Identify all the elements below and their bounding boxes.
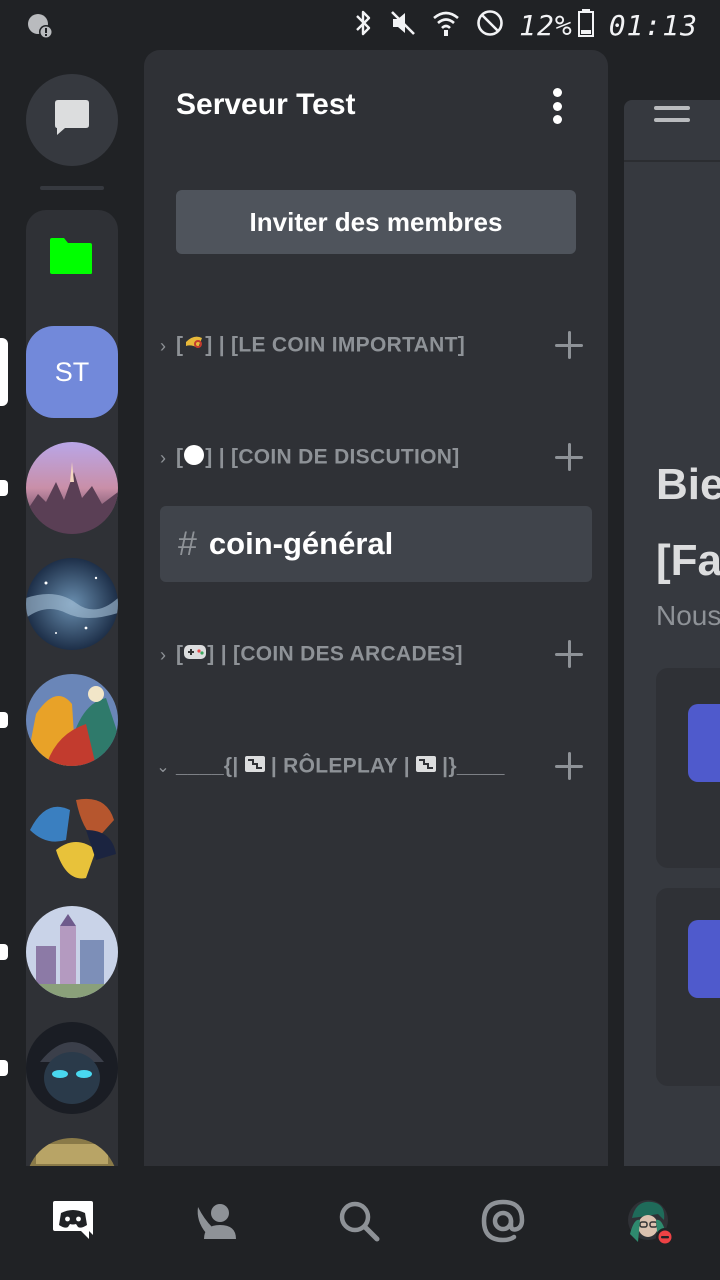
discord-app: 12% 01:13 ST Serveur Test Inviter des me… (0, 0, 720, 1280)
status-icons: 12% 01:13 (351, 6, 698, 44)
category-label: [] | [COIN DE DISCUTION] (176, 444, 550, 472)
welcome-subtitle: Nous (656, 600, 720, 631)
server-avatar[interactable] (26, 558, 118, 650)
hash-icon: # (178, 524, 197, 563)
chat-bubble-icon (51, 97, 93, 144)
category-coin-de-discution[interactable]: › [] | [COIN DE DISCUTION] (150, 438, 590, 478)
unread-indicator (0, 944, 8, 960)
add-channel-icon[interactable] (550, 326, 590, 366)
battery-icon (577, 8, 595, 43)
discord-logo-icon (51, 1199, 95, 1248)
server-initials: ST (54, 356, 90, 387)
search-icon (337, 1199, 381, 1248)
server-avatar[interactable] (26, 442, 118, 534)
channel-name: coin-général (208, 526, 394, 561)
bluetooth-icon (351, 8, 375, 43)
rail-separator (40, 186, 104, 190)
server-avatar[interactable] (26, 1022, 118, 1114)
nav-profile[interactable] (624, 1196, 678, 1250)
category-label: [] | [LE COIN IMPORTANT] (176, 332, 550, 360)
folder-icon[interactable] (48, 236, 94, 281)
welcome-title-line2: [Fa (656, 536, 720, 585)
nav-friends[interactable] (192, 1198, 242, 1248)
unread-indicator (0, 480, 8, 496)
battery-percent: 12% (519, 8, 573, 42)
friends-icon (194, 1201, 240, 1246)
wifi-icon (431, 8, 461, 43)
invite-members-button[interactable]: Inviter des membres (176, 190, 576, 254)
server-avatar[interactable] (26, 906, 118, 998)
notification-icon (26, 12, 54, 40)
avatar (626, 1198, 676, 1248)
mute-icon (389, 9, 417, 42)
bottom-navigation (0, 1166, 720, 1280)
unread-indicator (0, 1060, 8, 1076)
add-channel-icon[interactable] (550, 635, 590, 675)
chat-area: Bie [Fa Nous (624, 100, 720, 1166)
add-channel-icon[interactable] (550, 747, 590, 787)
chevron-right-icon: › (160, 644, 166, 665)
chat-header (624, 100, 720, 162)
channel-panel: Serveur Test Inviter des membres › [] | … (144, 50, 608, 1166)
chevron-right-icon: › (160, 335, 166, 356)
card-icon (688, 704, 720, 782)
unread-indicator (0, 712, 8, 728)
stairs-icon (416, 754, 437, 780)
category-le-coin-important[interactable]: › [] | [LE COIN IMPORTANT] (150, 326, 590, 366)
welcome-title-line1: Bie (656, 460, 720, 509)
server-serveur-test[interactable]: ST (26, 326, 118, 418)
hamburger-menu-icon[interactable] (654, 106, 690, 130)
direct-messages-button[interactable] (26, 74, 118, 166)
category-label: ____{| | RÔLEPLAY | |}____ (176, 754, 550, 780)
clock: 01:13 (608, 8, 698, 42)
status-bar: 12% 01:13 (0, 0, 720, 50)
category-label: [] | [COIN DES ARCADES] (176, 642, 550, 668)
category-roleplay[interactable]: ⌄ ____{| | RÔLEPLAY | |}____ (150, 747, 590, 787)
at-sign-icon (480, 1198, 526, 1249)
nav-mentions[interactable] (478, 1198, 528, 1248)
category-coin-des-arcades[interactable]: › [] | [COIN DES ARCADES] (150, 635, 590, 675)
chevron-down-icon: ⌄ (156, 759, 170, 776)
nav-home[interactable] (48, 1198, 98, 1248)
chevron-right-icon: › (160, 447, 166, 468)
do-not-disturb-icon (475, 8, 505, 43)
server-menu-icon[interactable] (550, 88, 564, 124)
channel-coin-general[interactable]: # coin-général (160, 506, 592, 582)
white-circle-icon (183, 444, 205, 472)
person-icon (688, 920, 720, 998)
stairs-icon (244, 754, 265, 780)
postal-horn-icon (183, 332, 205, 360)
server-title[interactable]: Serveur Test (176, 88, 356, 122)
game-controller-icon (183, 642, 207, 668)
server-rail: ST (0, 50, 144, 1230)
nav-search[interactable] (334, 1198, 384, 1248)
server-avatar[interactable] (26, 790, 118, 882)
server-avatar[interactable] (26, 674, 118, 766)
add-channel-icon[interactable] (550, 438, 590, 478)
selected-indicator (0, 338, 8, 406)
